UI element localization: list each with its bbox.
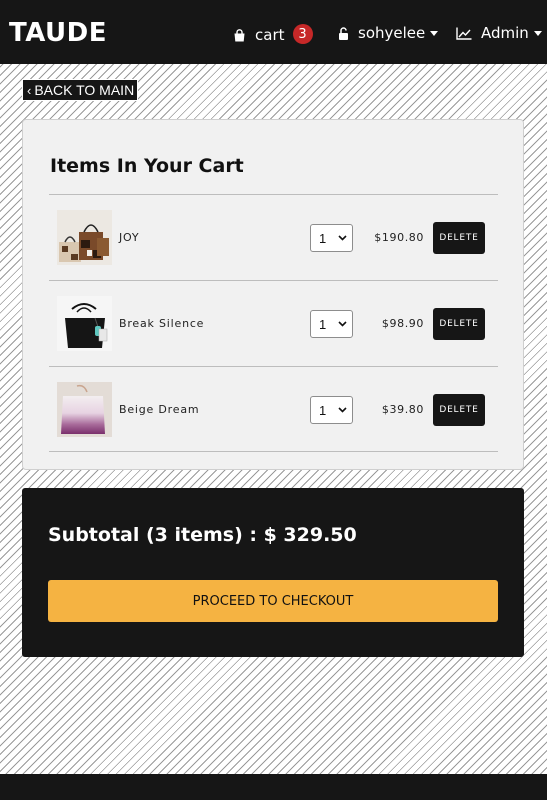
quantity-select[interactable]: 1 [310, 310, 353, 338]
cart-count-badge: 3 [292, 24, 313, 44]
delete-button[interactable]: DELETE [433, 222, 485, 254]
product-image-joy[interactable] [57, 210, 112, 265]
quantity-value: 1 [319, 402, 327, 418]
shopping-bag-icon [233, 28, 246, 42]
cart-item-row: Break Silence 1 $98.90 DELETE [49, 280, 498, 366]
quantity-value: 1 [319, 230, 327, 246]
subtotal-text: Subtotal (3 items) : $ 329.50 [48, 524, 357, 546]
unlock-icon [338, 27, 349, 40]
chevron-down-icon [430, 31, 439, 36]
back-to-main-label: BACK TO MAIN [34, 82, 135, 98]
line-chart-icon [456, 27, 472, 40]
nav-cart-link[interactable]: cart 3 [233, 24, 313, 44]
chevron-down-icon [338, 407, 347, 413]
cart-item-row: JOY 1 $190.80 DELETE [49, 194, 498, 280]
quantity-select[interactable]: 1 [310, 396, 353, 424]
nav-user-menu[interactable]: sohyelee [338, 24, 439, 42]
nav-admin-label: Admin [481, 24, 529, 42]
order-summary-panel: Subtotal (3 items) : $ 329.50 PROCEED TO… [22, 488, 524, 657]
item-name: Beige Dream [119, 403, 200, 416]
cart-panel: Items In Your Cart JOY 1 $190.80 DELETE [22, 119, 524, 470]
nav-admin-menu[interactable]: Admin [456, 26, 542, 41]
back-to-main-button[interactable]: ‹ BACK TO MAIN [22, 79, 139, 101]
item-name: JOY [119, 231, 140, 244]
checkout-button[interactable]: PROCEED TO CHECKOUT [48, 580, 498, 622]
chevron-left-icon: ‹ [27, 82, 32, 98]
item-price: $190.80 [374, 231, 424, 244]
delete-button[interactable]: DELETE [433, 308, 485, 340]
chevron-down-icon [338, 321, 347, 327]
item-price: $39.80 [381, 403, 424, 416]
page-footer [0, 774, 547, 800]
product-image-beige-dream[interactable] [57, 382, 112, 437]
nav-user-label: sohyelee [358, 24, 426, 42]
item-price: $98.90 [381, 317, 424, 330]
chevron-down-icon [338, 235, 347, 241]
cart-item-row: Beige Dream 1 $39.80 DELETE [49, 366, 498, 452]
product-image-break-silence[interactable] [57, 296, 112, 351]
delete-button[interactable]: DELETE [433, 394, 485, 426]
item-name: Break Silence [119, 317, 205, 330]
quantity-select[interactable]: 1 [310, 224, 353, 252]
top-navbar: TAUDE cart 3 sohyelee Admin [0, 0, 547, 64]
chevron-down-icon [533, 31, 542, 36]
cart-title: Items In Your Cart [50, 155, 244, 177]
brand-logo[interactable]: TAUDE [9, 20, 107, 46]
nav-cart-label: cart [255, 25, 285, 44]
quantity-value: 1 [319, 316, 327, 332]
